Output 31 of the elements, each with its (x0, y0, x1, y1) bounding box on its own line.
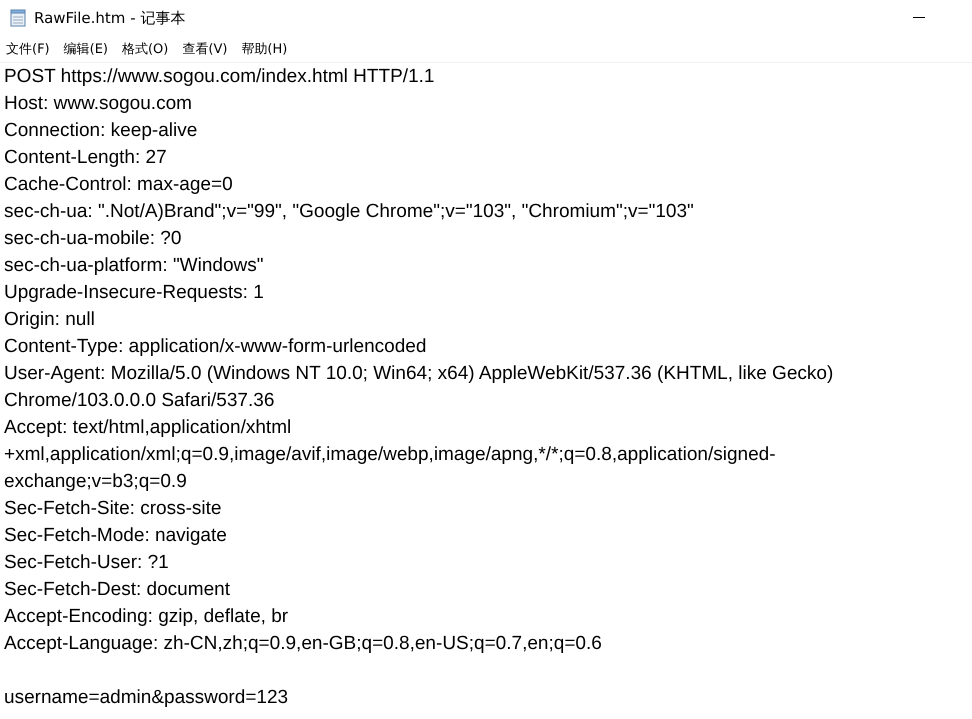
text-line: sec-ch-ua: ".Not/A)Brand";v="99", "Google Chrome";v="103", "Chromium";v="103" (4, 200, 695, 224)
text-line: Chrome/103.0.0.0 Safari/537.36 (4, 389, 276, 413)
text-line: username=admin&password=123 (4, 686, 290, 710)
text-line: exchange;v=b3;q=0.9 (4, 470, 188, 494)
text-line: Origin: null (4, 308, 96, 332)
menu-item[interactable]: 文件(F) (4, 38, 52, 60)
menu-item[interactable]: 编辑(E) (62, 38, 110, 60)
text-line: sec-ch-ua-platform: "Windows" (4, 254, 265, 278)
text-line: POST https://www.sogou.com/index.html HTTP/1.1 (4, 65, 436, 89)
text-line: Accept-Encoding: gzip, deflate, br (4, 605, 290, 629)
text-line: Sec-Fetch-Mode: navigate (4, 524, 228, 548)
text-line: Upgrade-Insecure-Requests: 1 (4, 281, 265, 305)
menu-item[interactable]: 查看(V) (180, 38, 230, 60)
menu-item[interactable]: 帮助(H) (239, 38, 290, 60)
text-line: Sec-Fetch-User: ?1 (4, 551, 170, 575)
text-line: Sec-Fetch-Dest: document (4, 578, 231, 602)
text-line: Host: www.sogou.com (4, 92, 193, 116)
text-line: sec-ch-ua-mobile: ?0 (4, 227, 182, 251)
menu-item[interactable]: 格式(O) (120, 38, 170, 60)
window-title: RawFile.htm - 记事本 (34, 8, 186, 28)
text-line: User-Agent: Mozilla/5.0 (Windows NT 10.0; Win64; x64) AppleWebKit/537.36 (KHTML, like Gecko) (4, 362, 834, 386)
text-line: Cache-Control: max-age=0 (4, 173, 234, 197)
notepad-icon (10, 9, 26, 27)
text-line: Content-Type: application/x-www-form-urlencoded (4, 335, 428, 359)
text-line: +xml,application/xml;q=0.9,image/avif,image/webp,image/apng,*/*;q=0.8,application/signed- (4, 443, 777, 467)
text-line: Accept-Language: zh-CN,zh;q=0.9,en-GB;q=0.8,en-US;q=0.7,en;q=0.6 (4, 632, 603, 656)
text-line: Content-Length: 27 (4, 146, 168, 170)
text-line: Accept: text/html,application/xhtml (4, 416, 292, 440)
minimize-icon[interactable] (913, 17, 925, 19)
text-line: Connection: keep-alive (4, 119, 198, 143)
text-line: Sec-Fetch-Site: cross-site (4, 497, 222, 521)
